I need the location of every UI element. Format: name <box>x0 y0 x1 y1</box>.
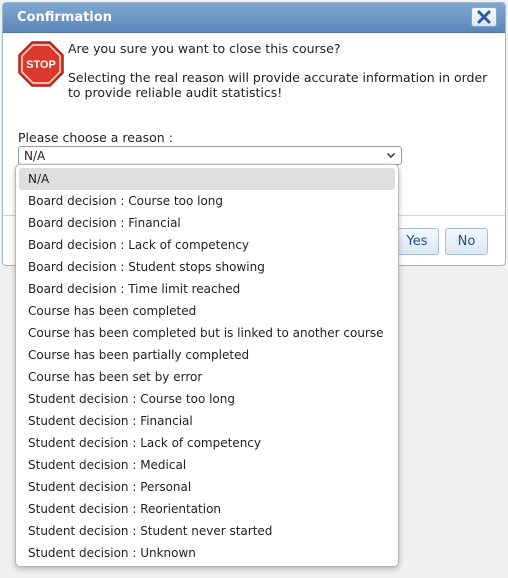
reason-option[interactable]: Course has been completed <box>19 300 395 322</box>
reason-option[interactable]: Student decision : Lack of competency <box>19 432 395 454</box>
yes-button[interactable]: Yes <box>395 228 439 255</box>
reason-option[interactable]: Board decision : Financial <box>19 212 395 234</box>
dialog-title: Confirmation <box>17 10 112 25</box>
reason-dropdown-list: N/A Board decision : Course too long Boa… <box>15 164 399 567</box>
reason-option[interactable]: Board decision : Student stops showing <box>19 256 395 278</box>
close-icon <box>477 10 491 24</box>
stop-sign-text: STOP <box>26 59 56 71</box>
reason-option[interactable]: Board decision : Course too long <box>19 190 395 212</box>
reason-option[interactable]: Student decision : Personal <box>19 476 395 498</box>
reason-option[interactable]: N/A <box>19 168 395 190</box>
reason-option[interactable]: Student decision : Medical <box>19 454 395 476</box>
reason-option[interactable]: Course has been partially completed <box>19 344 395 366</box>
reason-option[interactable]: Student decision : Course too long <box>19 388 395 410</box>
reason-option[interactable]: Student decision : Financial <box>19 410 395 432</box>
close-button[interactable] <box>471 7 497 27</box>
reason-option[interactable]: Student decision : Student never started <box>19 520 395 542</box>
reason-select-value: N/A <box>24 149 46 163</box>
reason-option[interactable]: Board decision : Lack of competency <box>19 234 395 256</box>
reason-option[interactable]: Student decision : Reorientation <box>19 498 395 520</box>
stop-sign-icon: STOP <box>18 41 64 87</box>
reason-option[interactable]: Student decision : Unknown <box>19 542 395 564</box>
chevron-down-icon <box>386 152 396 159</box>
reason-label: Please choose a reason : <box>18 130 173 145</box>
confirmation-question: Are you sure you want to close this cour… <box>68 41 341 56</box>
no-button[interactable]: No <box>445 228 488 255</box>
reason-option[interactable]: Board decision : Time limit reached <box>19 278 395 300</box>
audit-info-text: Selecting the real reason will provide a… <box>68 70 488 100</box>
reason-option[interactable]: Course has been completed but is linked … <box>19 322 395 344</box>
dialog-titlebar: Confirmation <box>3 3 505 33</box>
reason-option[interactable]: Course has been set by error <box>19 366 395 388</box>
reason-select[interactable]: N/A <box>18 146 402 165</box>
